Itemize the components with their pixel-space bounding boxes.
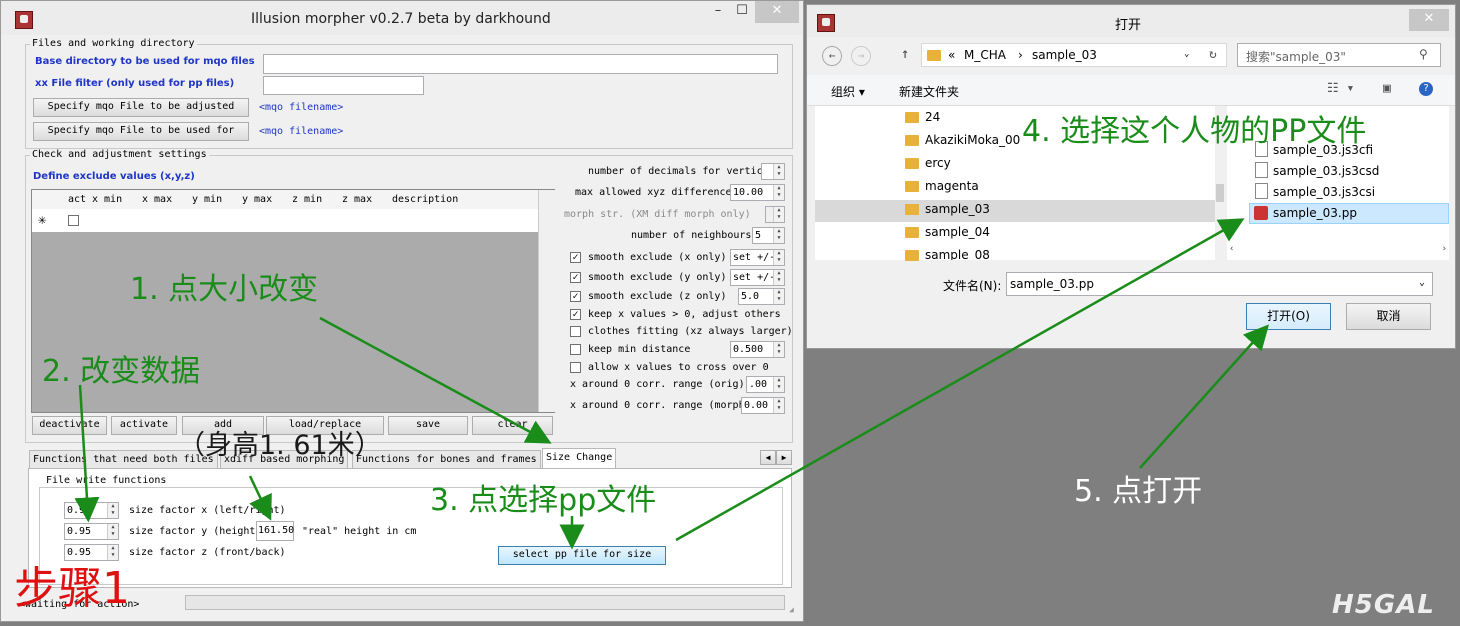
arrow-step2 [74, 384, 100, 523]
annotation-step2: 2. 改变数据 [42, 354, 201, 389]
arrow-step1 [319, 316, 552, 444]
arrow-height [248, 475, 272, 521]
annotation-step5: 5. 点打开 [1074, 474, 1203, 509]
annotation-step3: 3. 点选择pp文件 [430, 483, 657, 518]
h5gal-logo: H5GAL [1332, 590, 1435, 620]
annotation-step4: 4. 选择这个人物的PP文件 [1022, 114, 1367, 149]
arrow-step5 [1139, 324, 1270, 469]
steps-title: 步骤1 [14, 563, 130, 614]
annotation-height: （身高1. 61米） [178, 430, 382, 461]
annotation-arrows [74, 218, 1270, 550]
annotation-step1: 1. 点大小改变 [130, 272, 319, 307]
